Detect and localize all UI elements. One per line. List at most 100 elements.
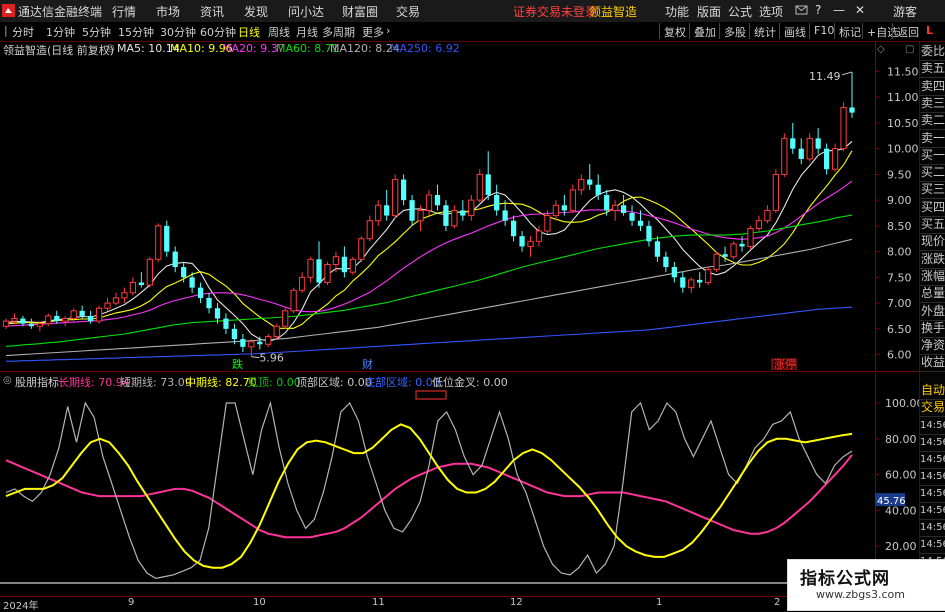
candle-body: [87, 315, 94, 322]
top-signal-label: 见顶: 0.00: [247, 376, 301, 389]
quote-field-label: 外盘: [920, 303, 945, 321]
candle-body: [79, 310, 85, 316]
toolbar-grip-icon: |: [4, 24, 8, 37]
menu-market[interactable]: 市场: [156, 3, 180, 20]
price-axis-label: 9.00: [887, 194, 912, 207]
quote-field-label: 净资: [920, 337, 945, 356]
candle-body: [840, 106, 847, 150]
btn-duogu[interactable]: 多股: [719, 23, 750, 39]
guest-label[interactable]: 游客: [893, 3, 917, 20]
candle-body: [595, 184, 601, 195]
price-chart[interactable]: 11.49 5.96 跌 财 涨停: [0, 56, 875, 370]
menu-news[interactable]: 资讯: [200, 3, 224, 20]
price-axis-label: 8.50: [887, 220, 912, 233]
period-15min[interactable]: 15分钟: [118, 24, 154, 40]
candle-body: [265, 336, 272, 345]
menu-trade[interactable]: 交易: [396, 3, 420, 20]
message-icon[interactable]: [795, 4, 808, 19]
candle-body: [688, 279, 695, 289]
menu-wenxiaoda[interactable]: 问小达: [288, 3, 324, 20]
period-daily[interactable]: 日线: [238, 24, 260, 40]
menu-discover[interactable]: 发现: [244, 3, 268, 20]
tick-time: 14:56: [920, 434, 945, 452]
period-30min[interactable]: 30分钟: [160, 24, 196, 40]
quote-field-label: 涨幅: [920, 268, 945, 286]
period-fenshi[interactable]: 分时: [12, 24, 34, 40]
price-axis-label: 7.50: [887, 271, 912, 284]
auto-trade-label[interactable]: 交易: [920, 399, 945, 417]
short-line-label: 短期线: 73.09: [120, 376, 192, 389]
close-icon[interactable]: ✕: [855, 3, 865, 17]
settings-circle-icon[interactable]: ◎: [106, 43, 115, 54]
period-more[interactable]: 更多: [362, 24, 384, 40]
candle-body: [781, 137, 788, 175]
period-1min[interactable]: 1分钟: [46, 24, 75, 40]
menu-fortune[interactable]: 财富圈: [342, 3, 378, 20]
expand-icon: ▢: [905, 44, 914, 55]
candle-body: [485, 174, 491, 195]
menu-function[interactable]: 功能: [665, 3, 689, 20]
menu-hq[interactable]: 行情: [112, 3, 136, 20]
date-tick: 1: [656, 597, 663, 608]
low-price-label: 5.96: [259, 352, 284, 365]
candle-body: [417, 209, 424, 222]
candle-body: [798, 148, 804, 159]
period-60min[interactable]: 60分钟: [200, 24, 236, 40]
indicator-axis-label: 60.00: [885, 469, 917, 482]
auto-trade-label[interactable]: 自动: [920, 382, 945, 400]
btn-biaoji[interactable]: 标记: [834, 23, 865, 39]
candle-body: [569, 189, 576, 211]
candle-body: [561, 205, 567, 211]
candle-body: [316, 259, 322, 283]
indicator-axis-label: 80.00: [885, 433, 917, 446]
date-tick: 9: [128, 597, 135, 608]
btn-fuquan[interactable]: 复权: [659, 23, 690, 39]
menu-options[interactable]: 选项: [759, 3, 783, 20]
login-status[interactable]: 证券交易未登录: [513, 3, 597, 20]
candle-body: [384, 205, 390, 216]
period-5min[interactable]: 5分钟: [82, 24, 111, 40]
menu-formula[interactable]: 公式: [728, 3, 752, 20]
help-icon[interactable]: ?: [815, 3, 821, 17]
price-axis-label: 8.00: [887, 246, 912, 259]
quote-field-label: 总量: [920, 285, 945, 304]
btn-tongji[interactable]: 统计: [749, 23, 780, 39]
candle-body: [578, 179, 585, 191]
candle-body: [611, 204, 619, 211]
price-axis-label: 6.50: [887, 323, 912, 336]
indicator-settings-icon[interactable]: ◎: [3, 375, 12, 386]
period-multi[interactable]: 多周期: [322, 24, 355, 40]
candle-body: [519, 236, 525, 247]
indicator-chart[interactable]: [0, 390, 875, 586]
candle-body: [248, 341, 255, 348]
menu-bar: 通达信金融终端 行情 市场 资讯 发现 问小达 财富圈 交易 证券交易未登录 领…: [0, 0, 945, 23]
price-axis-label: 9.50: [887, 168, 912, 181]
quote-field-label: 委比: [920, 43, 945, 61]
candle-body: [11, 318, 18, 322]
candle-body: [535, 230, 543, 242]
tick-time: 14:56: [920, 485, 945, 503]
candle-body: [341, 256, 348, 273]
menu-layout[interactable]: 版面: [697, 3, 721, 20]
candle-body: [434, 194, 441, 206]
mid-line-label: 中期线: 82.70: [185, 376, 257, 389]
candle-body: [764, 209, 771, 222]
quote-field-label: 涨跌: [920, 251, 945, 269]
btn-diejia[interactable]: 叠加: [689, 23, 720, 39]
candle-body: [527, 240, 534, 247]
period-weekly[interactable]: 周线: [268, 24, 290, 40]
candle-body: [815, 138, 821, 149]
candle-body: [671, 267, 677, 278]
app-logo-icon: [2, 4, 15, 20]
candle-body: [197, 287, 204, 298]
candle-body: [476, 173, 483, 201]
candle-body: [502, 210, 508, 221]
candle-body: [806, 137, 813, 160]
minimize-icon[interactable]: —: [833, 3, 845, 17]
btn-back[interactable]: 返回: [892, 23, 923, 39]
chevron-right-icon[interactable]: ›: [386, 24, 390, 37]
period-monthly[interactable]: 月线: [296, 24, 318, 40]
ma-line-ma10: [5, 150, 853, 329]
quote-field-label: 买五: [920, 216, 945, 234]
btn-huaxian[interactable]: 画线: [779, 23, 810, 39]
